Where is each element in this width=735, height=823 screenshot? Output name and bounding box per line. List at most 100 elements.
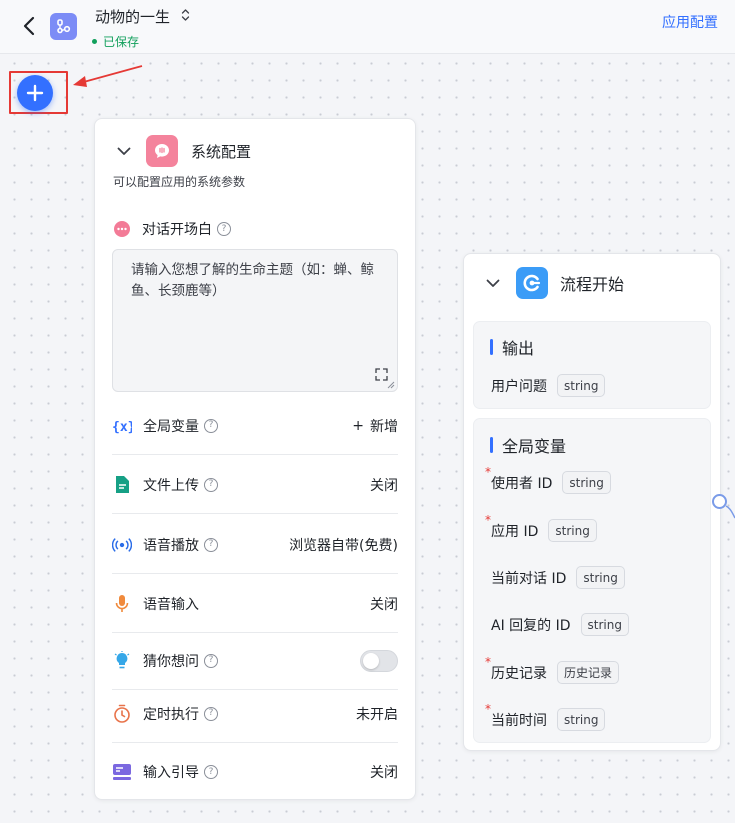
setting-label-text: 语音播放	[143, 537, 199, 554]
required-mark: *	[485, 655, 491, 669]
section-bar	[490, 437, 493, 453]
setting-voice-playback[interactable]: 语音播放 ? 浏览器自带(免费)	[112, 516, 398, 574]
setting-label-text: 语音输入	[143, 596, 199, 613]
suggested-questions-toggle[interactable]	[360, 649, 398, 672]
lightbulb-icon	[112, 650, 132, 671]
status-dot-icon	[92, 39, 97, 44]
field-name: 使用者 ID	[491, 475, 553, 492]
field-name: 历史记录	[491, 665, 547, 682]
variable-icon: {x}	[112, 416, 132, 436]
field-type-tag: string	[576, 566, 625, 589]
file-icon	[112, 475, 132, 495]
setting-label-text: 输入引导	[143, 765, 199, 781]
setting-label: 定时执行 ?	[112, 704, 218, 724]
system-config-description: 可以配置应用的系统参数	[113, 175, 246, 189]
setting-label: 文件上传 ?	[112, 475, 218, 495]
output-title: 输出	[490, 335, 534, 359]
setting-input-guide[interactable]: 输入引导 ? 关闭	[112, 743, 398, 801]
setting-file-upload[interactable]: 文件上传 ? 关闭	[112, 456, 398, 514]
back-button[interactable]	[18, 13, 40, 39]
field-name: 当前对话 ID	[491, 570, 567, 587]
global-var-field: 当前对话 ID string	[491, 566, 625, 589]
help-icon[interactable]: ?	[204, 765, 218, 779]
expand-icon[interactable]	[375, 368, 388, 381]
output-section: 输出 用户问题 string	[473, 321, 711, 409]
opening-label: 对话开场白 ?	[113, 219, 231, 239]
flow-start-header: 流程开始	[484, 267, 624, 299]
setting-scheduled-run[interactable]: 定时执行 ? 未开启	[112, 685, 398, 743]
flow-start-card[interactable]: 流程开始 输出 用户问题 string 全局变量 * 使用者 ID string…	[463, 253, 721, 751]
setting-label-text: 定时执行	[143, 706, 199, 723]
setting-value: 关闭	[370, 765, 398, 781]
field-type-tag: string	[557, 374, 606, 397]
field-name: AI 回复的 ID	[491, 617, 571, 634]
global-variables-section: 全局变量 * 使用者 ID string * 应用 ID string 当前对话…	[473, 418, 711, 743]
global-variables-title-text: 全局变量	[502, 437, 567, 456]
help-icon[interactable]: ?	[204, 418, 218, 433]
output-title-text: 输出	[502, 339, 535, 358]
plus-icon	[26, 84, 44, 102]
microphone-icon	[112, 594, 132, 614]
help-icon[interactable]: ?	[204, 706, 218, 721]
field-name: 用户问题	[491, 378, 547, 395]
add-variable-button[interactable]: + 新增	[352, 416, 398, 436]
flow-start-title: 流程开始	[560, 275, 625, 294]
system-config-card: 系统配置 可以配置应用的系统参数 对话开场白 ? 请输入您想了解的生命主题（如：…	[94, 118, 416, 800]
section-bar	[490, 339, 493, 355]
system-config-title: 系统配置	[191, 142, 252, 161]
field-type-tag: string	[548, 519, 597, 542]
top-bar: 动物的一生 已保存 应用配置	[0, 0, 735, 54]
setting-value: 浏览器自带(免费)	[289, 537, 398, 554]
help-icon[interactable]: ?	[217, 222, 231, 236]
setting-label-text: 全局变量	[143, 418, 199, 435]
connection-edge	[725, 505, 735, 519]
field-type-tag: 历史记录	[557, 661, 620, 684]
field-name: 应用 ID	[491, 523, 539, 540]
global-var-field: AI 回复的 ID string	[491, 613, 629, 636]
app-name[interactable]: 动物的一生	[95, 6, 170, 27]
add-node-button[interactable]	[17, 75, 53, 111]
field-name: 当前时间	[491, 712, 547, 729]
setting-global-variables: {x} 全局变量 ? + 新增	[112, 397, 398, 455]
add-variable-label: 新增	[370, 418, 398, 435]
required-mark: *	[485, 513, 491, 527]
broadcast-icon	[112, 535, 132, 555]
help-icon[interactable]: ?	[204, 477, 218, 492]
collapse-chevron-icon[interactable]	[115, 142, 133, 160]
setting-label: 语音输入	[112, 594, 199, 614]
help-icon[interactable]: ?	[204, 537, 218, 552]
resize-grip-icon[interactable]	[387, 381, 395, 389]
required-mark: *	[485, 702, 491, 716]
global-var-field: * 历史记录 历史记录	[485, 655, 620, 684]
opening-textarea[interactable]: 请输入您想了解的生命主题（如：蝉、鲸鱼、长颈鹿等）	[112, 249, 398, 392]
setting-voice-input[interactable]: 语音输入 关闭	[112, 575, 398, 633]
switch-caret-icon[interactable]	[181, 7, 190, 26]
setting-label: 输入引导 ?	[112, 762, 218, 782]
opening-label-text: 对话开场白	[142, 222, 212, 238]
plus-icon: +	[352, 417, 364, 434]
system-config-header: 系统配置	[115, 135, 251, 167]
setting-value: 关闭	[370, 477, 398, 494]
timer-icon	[112, 704, 132, 724]
svg-text:{x}: {x}	[112, 420, 132, 434]
input-guide-icon	[112, 762, 132, 782]
help-icon[interactable]: ?	[204, 653, 218, 668]
global-var-field: * 应用 ID string	[485, 513, 597, 542]
chevron-left-icon	[23, 16, 35, 36]
setting-suggested-questions: 猜你想问 ?	[112, 632, 398, 690]
flow-start-icon	[516, 267, 548, 299]
app-avatar-icon	[50, 13, 77, 40]
chat-bubble-icon	[113, 220, 131, 238]
collapse-chevron-icon[interactable]	[484, 274, 502, 292]
toggle-knob	[363, 652, 379, 669]
global-variables-title: 全局变量	[490, 433, 566, 457]
app-config-link[interactable]: 应用配置	[662, 12, 718, 32]
global-var-field: * 使用者 ID string	[485, 465, 611, 494]
field-type-tag: string	[557, 708, 606, 731]
field-type-tag: string	[562, 471, 611, 494]
save-status: 已保存	[91, 33, 139, 50]
setting-label-text: 猜你想问	[143, 653, 199, 670]
global-var-field: * 当前时间 string	[485, 702, 606, 731]
save-status-text: 已保存	[103, 35, 140, 49]
annotation-arrow-icon	[73, 65, 143, 87]
